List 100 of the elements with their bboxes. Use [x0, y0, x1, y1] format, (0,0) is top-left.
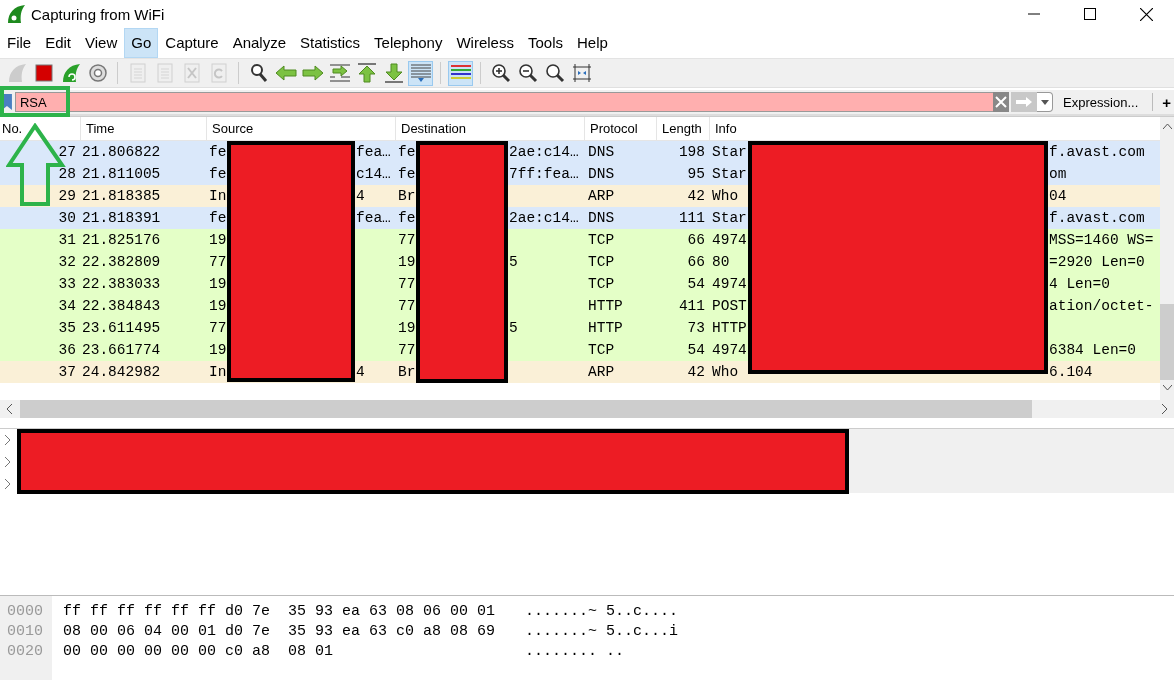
- menu-item[interactable]: Edit: [38, 28, 79, 58]
- table-cell-text: fea…: [356, 143, 391, 162]
- table-cell-text: 54: [686, 275, 706, 294]
- table-cell-text: 22.384843: [81, 297, 162, 316]
- menu-item[interactable]: Go: [124, 28, 159, 58]
- hex-bytes-text: 00 00 00 00 00 00 c0 a8 08 01: [62, 642, 335, 662]
- table-cell-text: MSS=1460 WS=: [1049, 231, 1154, 250]
- chevron-icon[interactable]: [4, 435, 11, 445]
- right-arrow-icon: [1015, 97, 1034, 107]
- table-cell-text: 33: [57, 275, 77, 294]
- table-cell-text: 23.611495: [81, 319, 162, 338]
- table-cell-text: 21.818391: [81, 209, 162, 228]
- display-filter-field[interactable]: RSA: [14, 92, 994, 112]
- right-arrow-icon: [301, 65, 324, 81]
- menu-item[interactable]: View: [78, 28, 125, 58]
- table-cell-text: 73: [686, 319, 706, 338]
- table-cell-text: 54: [686, 341, 706, 360]
- scrollbar-thumb[interactable]: [1160, 304, 1174, 380]
- table-cell-text: 2ae:c14…: [509, 209, 579, 228]
- table-cell-text: ARP: [587, 363, 616, 382]
- table-cell-text: 5: [509, 253, 518, 272]
- clear-filter-button[interactable]: [993, 92, 1010, 112]
- page-icon: [155, 63, 174, 83]
- menu-item[interactable]: Capture: [158, 28, 226, 58]
- table-cell-text: 32: [57, 253, 77, 272]
- chevron-icon[interactable]: [4, 457, 11, 467]
- table-cell-text: 29: [57, 187, 77, 206]
- autoscroll-button[interactable]: [408, 60, 433, 86]
- reload-icon: [209, 63, 228, 83]
- table-cell-text: Br: [398, 363, 417, 382]
- left-arrow-icon: [274, 65, 297, 81]
- menu-item[interactable]: Wireless: [449, 28, 521, 58]
- vertical-scrollbar[interactable]: [1160, 117, 1174, 400]
- lines-icon: [409, 63, 432, 83]
- zoom-out-icon: [517, 63, 538, 83]
- column-header[interactable]: No.: [0, 117, 80, 140]
- table-cell-text: 34: [57, 297, 77, 316]
- colorize-button[interactable]: [448, 60, 473, 86]
- table-cell-text: In: [209, 187, 228, 206]
- table-cell-text: Star: [712, 165, 748, 184]
- hex-bytes-text: 08 00 06 04 00 01 d0 7e 35 93 ea 63 c0 a8 08 69: [62, 622, 497, 642]
- table-cell-text: TCP: [587, 253, 616, 272]
- table-cell-text: 77: [398, 231, 417, 250]
- add-filter-button[interactable]: +: [1159, 93, 1174, 111]
- menu-item[interactable]: Analyze: [225, 28, 294, 58]
- table-cell-text: 28: [57, 165, 77, 184]
- offset-text: 0000: [6, 602, 44, 622]
- table-cell-text: Br: [398, 187, 417, 206]
- table-cell-text: 19: [398, 253, 417, 272]
- table-cell-text: 77: [398, 297, 417, 316]
- expression-button[interactable]: Expression...: [1059, 94, 1143, 110]
- table-cell-text: 42: [686, 187, 706, 206]
- table-cell-text: 42: [686, 363, 706, 382]
- offset-text: 0010: [6, 622, 44, 642]
- table-cell-text: 95: [686, 165, 706, 184]
- fin-icon: [6, 63, 27, 83]
- table-cell-text: 66: [686, 253, 706, 272]
- filter-history-dropdown[interactable]: [1037, 92, 1054, 112]
- table-cell-text: =2920 Len=0: [1049, 253, 1145, 272]
- table-cell-text: 66: [686, 231, 706, 250]
- table-cell-text: 19: [209, 297, 228, 316]
- table-cell-text: 7ff:fea…: [509, 165, 579, 184]
- column-header[interactable]: Length: [656, 117, 709, 140]
- table-cell-text: 6.104: [1049, 363, 1093, 382]
- table-cell-text: DNS: [587, 209, 616, 228]
- table-cell-text: fe: [209, 209, 228, 228]
- column-header[interactable]: Protocol: [584, 117, 656, 140]
- column-header[interactable]: Destination: [395, 117, 584, 140]
- table-cell-text: 22.383033: [81, 275, 162, 294]
- table-cell-text: 21.806822: [81, 143, 162, 162]
- menu-item[interactable]: Telephony: [367, 28, 450, 58]
- table-cell-text: 31: [57, 231, 77, 250]
- table-cell-text: ARP: [587, 187, 616, 206]
- table-cell-text: DNS: [587, 165, 616, 184]
- table-cell-text: f.avast.com: [1049, 209, 1145, 228]
- menu-item[interactable]: Help: [570, 28, 615, 58]
- list-arrow-icon: [328, 63, 351, 83]
- gear-icon: [87, 63, 108, 83]
- column-header[interactable]: Time: [80, 117, 206, 140]
- table-cell-text: 77: [398, 341, 417, 360]
- menu-item[interactable]: Statistics: [293, 28, 368, 58]
- ascii-text: .......~ 5..c...i: [525, 622, 679, 642]
- ascii-text: ........ ..: [525, 642, 625, 662]
- table-cell-text: 411: [677, 297, 706, 316]
- annotation-frame: [0, 86, 70, 117]
- table-cell-text: 30: [57, 209, 77, 228]
- bookmark-icon[interactable]: [2, 94, 12, 110]
- menu-item[interactable]: File: [0, 28, 39, 58]
- magnifier-icon: [544, 63, 565, 83]
- chevron-icon[interactable]: [4, 479, 11, 489]
- page-icon: [128, 63, 147, 83]
- table-cell-text: Star: [712, 209, 748, 228]
- hex-bytes-text: ff ff ff ff ff ff d0 7e 35 93 ea 63 08 06 00 01: [62, 602, 497, 622]
- search-icon: [248, 63, 269, 83]
- table-cell-text: 77: [398, 275, 417, 294]
- up-arrow-icon: [356, 63, 377, 83]
- column-header[interactable]: Source: [206, 117, 395, 140]
- menu-item[interactable]: Tools: [520, 28, 570, 58]
- table-cell-text: om: [1049, 165, 1067, 184]
- caret-icon: [1040, 99, 1049, 105]
